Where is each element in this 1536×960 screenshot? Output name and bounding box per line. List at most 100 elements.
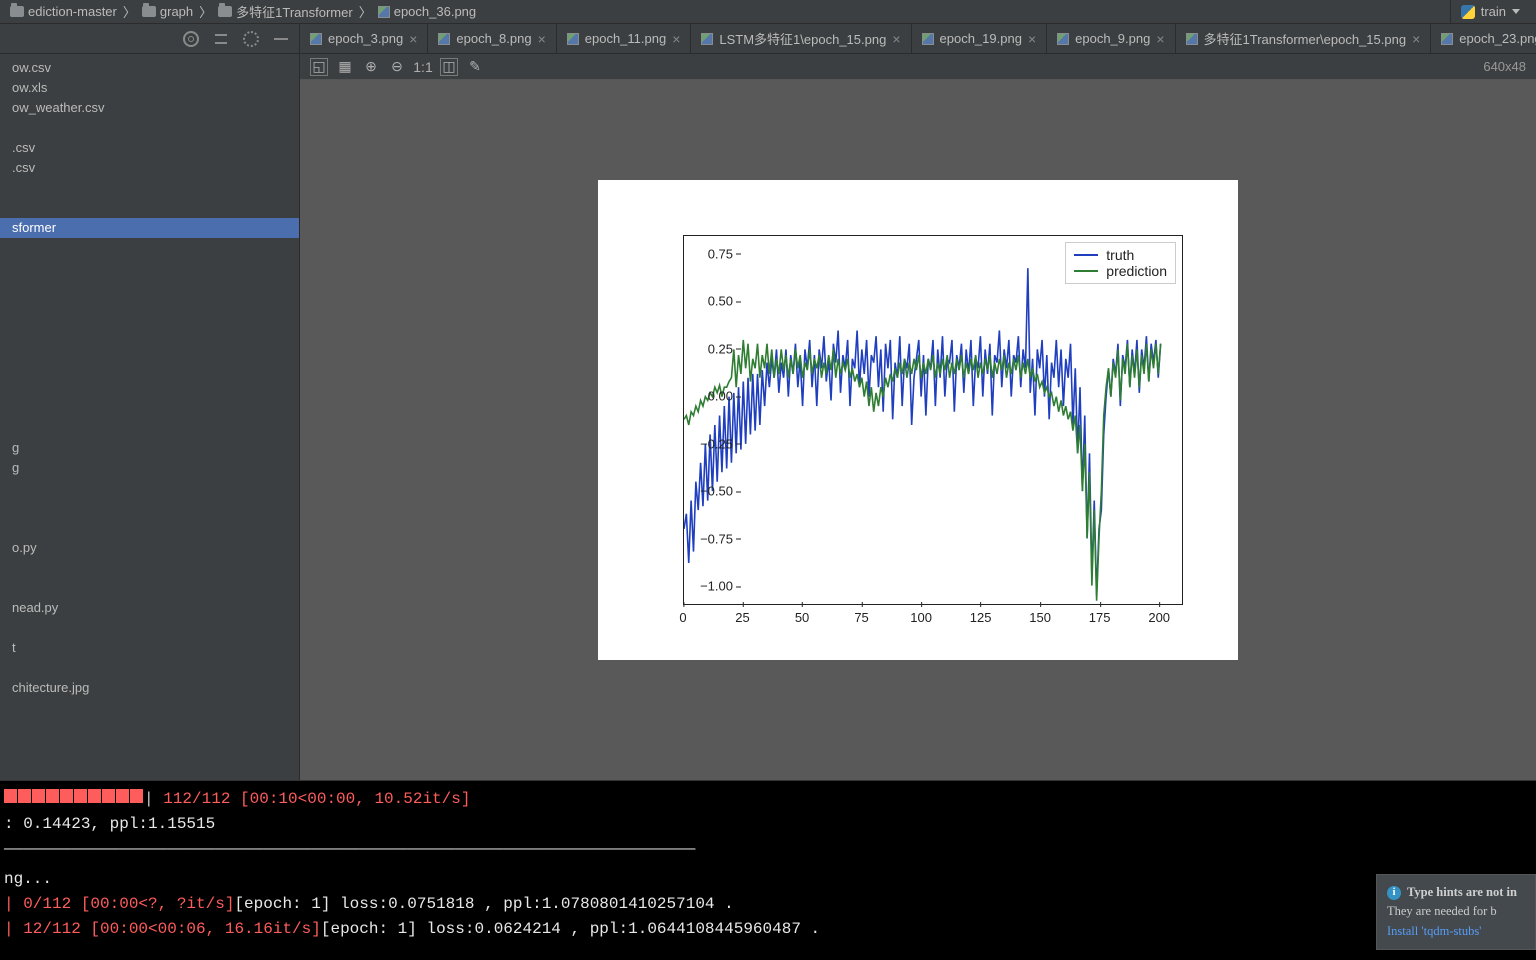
tree-item[interactable]	[0, 298, 299, 318]
close-icon[interactable]: ×	[892, 31, 900, 47]
close-icon[interactable]: ×	[1156, 31, 1164, 47]
editor-tab[interactable]: epoch_23.png×	[1431, 24, 1536, 53]
tree-item[interactable]	[0, 498, 299, 518]
tree-item[interactable]	[0, 578, 299, 598]
run-config-selector[interactable]: train	[1450, 0, 1530, 23]
xtick: 150	[1029, 610, 1051, 625]
notification-toast[interactable]: i Type hints are not in They are needed f…	[1376, 874, 1536, 950]
tree-item[interactable]: ow_weather.csv	[0, 98, 299, 118]
image-canvas[interactable]: truth prediction −1.00−0.75−0.50−0.250.0…	[300, 80, 1536, 780]
xtick: 100	[910, 610, 932, 625]
breadcrumb[interactable]: ediction-master〉graph〉多特征1Transformer〉ep…	[6, 2, 1450, 21]
terminal-line: ng...	[4, 867, 1532, 892]
chart-axes: truth prediction	[683, 235, 1183, 605]
tree-item[interactable]	[0, 258, 299, 278]
tree-item[interactable]	[0, 238, 299, 258]
folder-icon	[142, 6, 156, 17]
tree-item[interactable]: ow.csv	[0, 58, 299, 78]
tree-item[interactable]	[0, 658, 299, 678]
collapse-icon[interactable]	[213, 31, 229, 47]
fit-icon[interactable]: ◱	[310, 58, 328, 76]
close-icon[interactable]: ×	[409, 31, 417, 47]
tree-item[interactable]: o.py	[0, 538, 299, 558]
tree-item[interactable]: t	[0, 638, 299, 658]
tree-item[interactable]	[0, 398, 299, 418]
breadcrumb-item[interactable]: 多特征1Transformer	[214, 2, 357, 21]
locate-icon[interactable]	[183, 31, 199, 47]
editor-tab[interactable]: epoch_8.png×	[428, 24, 556, 53]
tree-item[interactable]: chitecture.jpg	[0, 678, 299, 698]
terminal-panel[interactable]: | 112/112 [00:10<00:00, 10.52it/s] : 0.1…	[0, 780, 1536, 960]
project-tree[interactable]: ow.csvow.xlsow_weather.csv .csv.csv sforme…	[0, 54, 299, 780]
zoom-in-icon[interactable]: ⊕	[362, 58, 380, 76]
image-icon	[378, 6, 390, 18]
close-icon[interactable]: ×	[672, 31, 680, 47]
toast-body: They are needed for b	[1387, 902, 1525, 921]
tree-item[interactable]	[0, 118, 299, 138]
toast-link[interactable]: Install 'tqdm-stubs'	[1387, 924, 1481, 938]
ytick: 0.50	[663, 294, 733, 309]
gear-icon[interactable]	[243, 31, 259, 47]
ytick: 0.25	[663, 341, 733, 356]
editor-tab[interactable]: LSTM多特征1\epoch_15.png×	[691, 24, 911, 53]
chart-legend: truth prediction	[1065, 242, 1176, 284]
image-toolbar: ◱ ▦ ⊕ ⊖ 1:1 ◫ ✎ 640x48	[300, 54, 1536, 80]
tree-item[interactable]	[0, 198, 299, 218]
breadcrumb-item[interactable]: graph	[138, 4, 197, 19]
zoom-1to1-label[interactable]: 1:1	[414, 58, 432, 76]
editor-tab[interactable]: epoch_3.png×	[300, 24, 428, 53]
close-icon[interactable]: ×	[1412, 31, 1420, 47]
terminal-line: | 112/112 [00:10<00:00, 10.52it/s]	[4, 787, 1532, 812]
editor-tab[interactable]: epoch_19.png×	[912, 24, 1048, 53]
tree-item[interactable]	[0, 418, 299, 438]
breadcrumb-bar: ediction-master〉graph〉多特征1Transformer〉ep…	[0, 0, 1536, 24]
tree-item[interactable]: g	[0, 438, 299, 458]
selection-icon[interactable]: ◫	[440, 58, 458, 76]
close-icon[interactable]: ×	[538, 31, 546, 47]
breadcrumb-item[interactable]: ediction-master	[6, 4, 121, 19]
editor-tabs[interactable]: epoch_3.png×epoch_8.png×epoch_11.png×LST…	[300, 24, 1536, 54]
close-icon[interactable]: ×	[1028, 31, 1036, 47]
tree-item[interactable]	[0, 318, 299, 338]
editor-area: epoch_3.png×epoch_8.png×epoch_11.png×LST…	[300, 24, 1536, 780]
editor-tab[interactable]: epoch_11.png×	[557, 24, 692, 53]
tree-item[interactable]	[0, 518, 299, 538]
breadcrumb-item[interactable]: epoch_36.png	[374, 4, 480, 19]
grid-icon[interactable]: ▦	[336, 58, 354, 76]
sidebar-toolbar	[0, 24, 299, 54]
tree-item[interactable]	[0, 278, 299, 298]
tree-item[interactable]: ow.xls	[0, 78, 299, 98]
xtick: 175	[1089, 610, 1111, 625]
xtick: 50	[795, 610, 809, 625]
image-icon	[701, 33, 713, 45]
tree-item[interactable]: g	[0, 458, 299, 478]
tree-item[interactable]: nead.py	[0, 598, 299, 618]
tree-item[interactable]	[0, 618, 299, 638]
tree-item[interactable]	[0, 338, 299, 358]
image-icon	[922, 33, 934, 45]
legend-0: truth	[1106, 247, 1134, 263]
hide-icon[interactable]	[273, 31, 289, 47]
tree-item[interactable]	[0, 178, 299, 198]
tree-item[interactable]: .csv	[0, 138, 299, 158]
tree-item[interactable]: sformer	[0, 218, 299, 238]
project-sidebar: ow.csvow.xlsow_weather.csv .csv.csv sforme…	[0, 24, 300, 780]
tree-item[interactable]	[0, 358, 299, 378]
zoom-out-icon[interactable]: ⊖	[388, 58, 406, 76]
tree-item[interactable]: .csv	[0, 158, 299, 178]
image-dimensions: 640x48	[1483, 59, 1526, 74]
chart-plot	[684, 236, 1182, 605]
ytick: −0.25	[663, 436, 733, 451]
terminal-divider: ————————————————————————————————————————…	[4, 837, 1532, 862]
tree-item[interactable]	[0, 558, 299, 578]
image-icon	[438, 33, 450, 45]
editor-tab[interactable]: 多特征1Transformer\epoch_15.png×	[1176, 24, 1432, 53]
info-icon: i	[1387, 886, 1401, 900]
xtick: 125	[970, 610, 992, 625]
tree-item[interactable]	[0, 378, 299, 398]
color-picker-icon[interactable]: ✎	[466, 58, 484, 76]
toast-title: Type hints are not in	[1407, 883, 1517, 902]
editor-tab[interactable]: epoch_9.png×	[1047, 24, 1175, 53]
xtick: 200	[1148, 610, 1170, 625]
tree-item[interactable]	[0, 478, 299, 498]
